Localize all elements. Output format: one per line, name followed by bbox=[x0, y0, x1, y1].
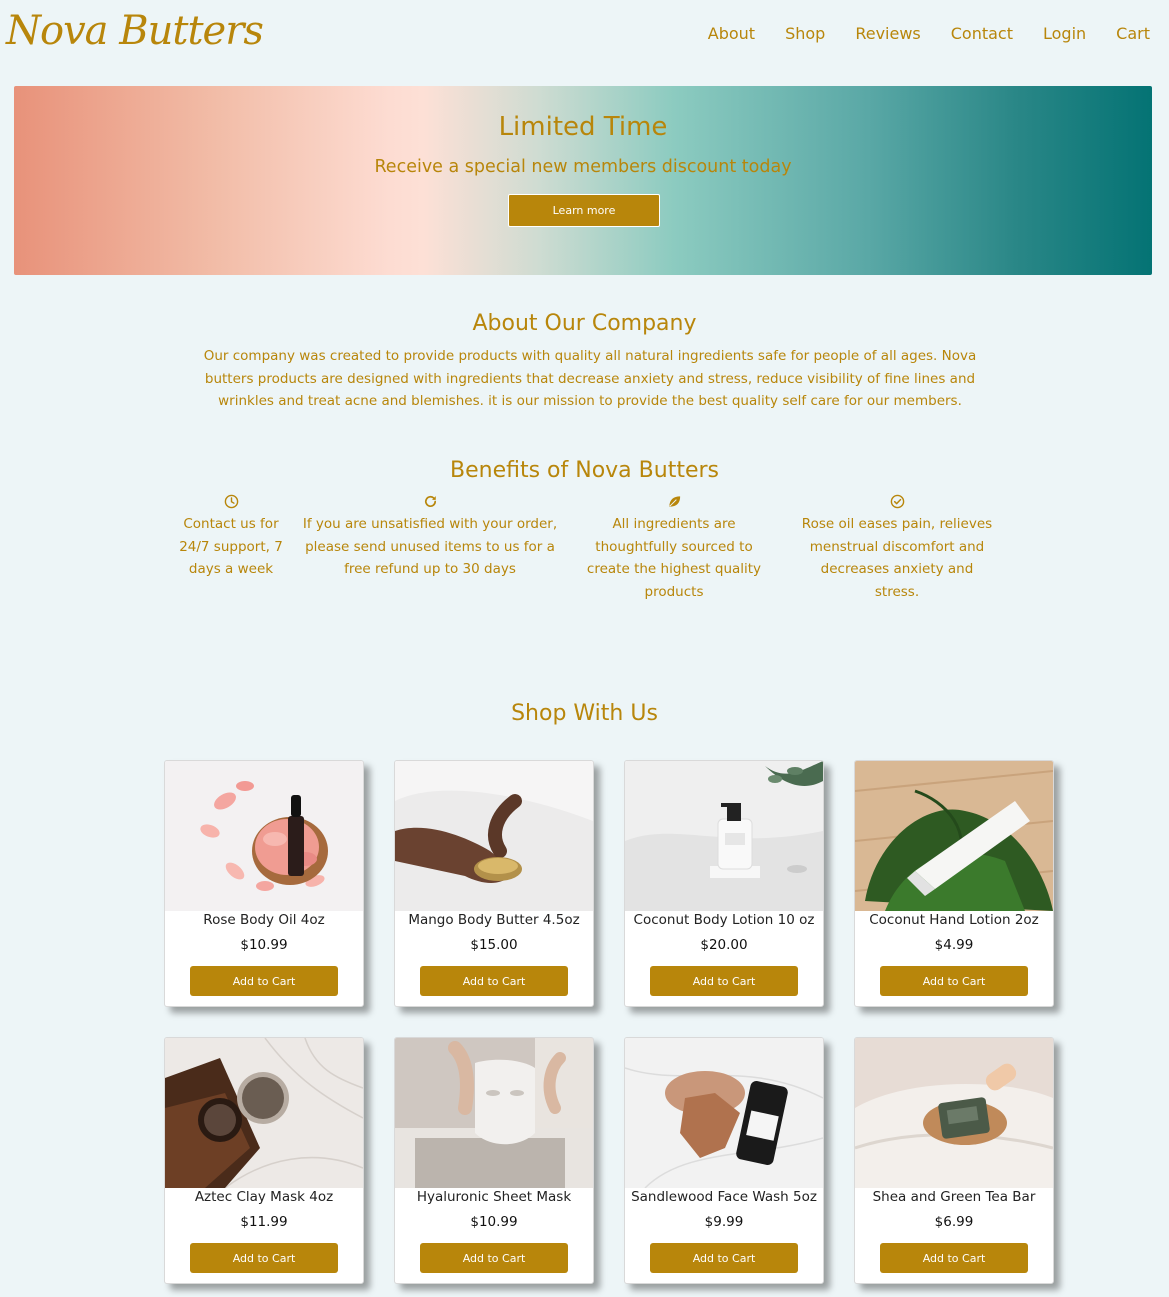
product-price: $9.99 bbox=[704, 1214, 744, 1230]
add-to-cart-button[interactable]: Add to Cart bbox=[420, 1243, 568, 1273]
product-name: Rose Body Oil 4oz bbox=[203, 912, 325, 928]
product-card[interactable]: Coconut Hand Lotion 2oz $4.99 Add to Car… bbox=[854, 760, 1054, 1007]
product-price: $20.00 bbox=[700, 937, 748, 953]
banner-subtitle: Receive a special new members discount t… bbox=[374, 157, 792, 177]
add-to-cart-button[interactable]: Add to Cart bbox=[190, 1243, 338, 1273]
leaf-icon bbox=[574, 494, 774, 512]
refresh-icon bbox=[296, 494, 564, 512]
check-circle-icon bbox=[797, 494, 997, 512]
brand-logo[interactable]: Nova Butters bbox=[6, 8, 264, 54]
shop-title: Shop With Us bbox=[511, 701, 658, 726]
product-image-sheet-mask[interactable] bbox=[395, 1038, 593, 1188]
product-name: Coconut Body Lotion 10 oz bbox=[633, 912, 815, 928]
product-image-soap-bar[interactable] bbox=[855, 1038, 1053, 1188]
product-card[interactable]: Coconut Body Lotion 10 oz $20.00 Add to … bbox=[624, 760, 824, 1007]
product-card[interactable]: Sandlewood Face Wash 5oz $9.99 Add to Ca… bbox=[624, 1037, 824, 1284]
banner-title: Limited Time bbox=[498, 112, 668, 142]
add-to-cart-button[interactable]: Add to Cart bbox=[190, 966, 338, 996]
product-card[interactable]: Aztec Clay Mask 4oz $11.99 Add to Cart bbox=[164, 1037, 364, 1284]
benefit-text: If you are unsatisfied with your order, … bbox=[302, 516, 558, 577]
product-price: $10.99 bbox=[470, 1214, 518, 1230]
learn-more-button[interactable]: Learn more bbox=[508, 194, 660, 227]
product-card[interactable]: Mango Body Butter 4.5oz $15.00 Add to Ca… bbox=[394, 760, 594, 1007]
product-image-face-wash[interactable] bbox=[625, 1038, 823, 1188]
nav-about[interactable]: About bbox=[708, 24, 755, 43]
product-price: $6.99 bbox=[934, 1214, 974, 1230]
nav-reviews[interactable]: Reviews bbox=[855, 24, 920, 43]
product-name: Mango Body Butter 4.5oz bbox=[408, 912, 580, 928]
main-nav: About Shop Reviews Contact Login Cart bbox=[708, 24, 1150, 43]
product-price: $15.00 bbox=[470, 937, 518, 953]
product-price: $11.99 bbox=[240, 1214, 288, 1230]
product-name: Sandlewood Face Wash 5oz bbox=[631, 1189, 817, 1205]
nav-cart[interactable]: Cart bbox=[1116, 24, 1150, 43]
about-title: About Our Company bbox=[472, 311, 697, 336]
product-name: Aztec Clay Mask 4oz bbox=[194, 1189, 334, 1205]
promo-banner: Limited Time Receive a special new membe… bbox=[14, 86, 1152, 275]
product-card[interactable]: Shea and Green Tea Bar $6.99 Add to Cart bbox=[854, 1037, 1054, 1284]
product-name: Hyaluronic Sheet Mask bbox=[416, 1189, 572, 1205]
product-price: $10.99 bbox=[240, 937, 288, 953]
product-name: Coconut Hand Lotion 2oz bbox=[869, 912, 1039, 928]
product-image-coconut-lotion[interactable] bbox=[625, 761, 823, 911]
product-image-rose-oil[interactable] bbox=[165, 761, 363, 911]
benefit-support: Contact us for 24/7 support, 7 days a we… bbox=[176, 494, 286, 581]
add-to-cart-button[interactable]: Add to Cart bbox=[650, 1243, 798, 1273]
benefit-refund: If you are unsatisfied with your order, … bbox=[296, 494, 564, 581]
product-card[interactable]: Hyaluronic Sheet Mask $10.99 Add to Cart bbox=[394, 1037, 594, 1284]
add-to-cart-button[interactable]: Add to Cart bbox=[880, 1243, 1028, 1273]
benefits-title: Benefits of Nova Butters bbox=[450, 458, 719, 483]
nav-shop[interactable]: Shop bbox=[785, 24, 825, 43]
benefit-text: Contact us for 24/7 support, 7 days a we… bbox=[179, 516, 283, 577]
product-card[interactable]: Rose Body Oil 4oz $10.99 Add to Cart bbox=[164, 760, 364, 1007]
add-to-cart-button[interactable]: Add to Cart bbox=[650, 966, 798, 996]
benefit-text: Rose oil eases pain, relieves menstrual … bbox=[801, 516, 993, 600]
benefit-ingredients: All ingredients are thoughtfully sourced… bbox=[574, 494, 774, 603]
about-text: Our company was created to provide produ… bbox=[203, 348, 977, 409]
product-price: $4.99 bbox=[934, 937, 974, 953]
product-image-hand-lotion[interactable] bbox=[855, 761, 1053, 911]
product-name: Shea and Green Tea Bar bbox=[872, 1189, 1036, 1205]
add-to-cart-button[interactable]: Add to Cart bbox=[420, 966, 568, 996]
add-to-cart-button[interactable]: Add to Cart bbox=[880, 966, 1028, 996]
clock-icon bbox=[176, 494, 286, 512]
benefit-rose-oil: Rose oil eases pain, relieves menstrual … bbox=[797, 494, 997, 603]
product-image-mango-butter[interactable] bbox=[395, 761, 593, 911]
nav-contact[interactable]: Contact bbox=[951, 24, 1013, 43]
nav-login[interactable]: Login bbox=[1043, 24, 1086, 43]
benefit-text: All ingredients are thoughtfully sourced… bbox=[586, 516, 762, 600]
product-image-clay-mask[interactable] bbox=[165, 1038, 363, 1188]
